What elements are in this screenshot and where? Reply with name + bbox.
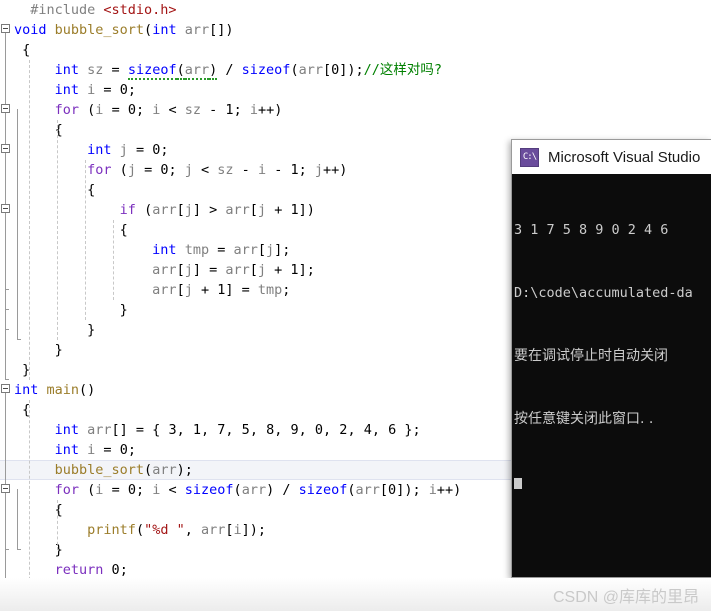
console-output-line: 3 1 7 5 8 9 0 2 4 6: [514, 222, 669, 238]
fold-marker-for-j[interactable]: [1, 144, 10, 153]
scope-bar-end-for-i: [17, 339, 21, 340]
indent-guide: [57, 500, 58, 550]
code-line[interactable]: int i = 0;: [0, 80, 711, 100]
console-titlebar[interactable]: C:\ Microsoft Visual Studio: [512, 140, 711, 174]
scope-bar-for-print: [17, 489, 18, 549]
console-window-icon: C:\: [520, 147, 539, 167]
indent-guide: [29, 60, 30, 380]
console-output: 3 1 7 5 8 9 0 2 4 6 D:\code\accumulated-…: [512, 174, 711, 535]
indent-guide: [113, 220, 114, 300]
console-window-title: Microsoft Visual Studio: [548, 148, 701, 166]
code-line[interactable]: for (i = 0; i < sz - 1; i++): [0, 100, 711, 120]
scope-bar-end-for-print: [17, 549, 21, 550]
scope-bar-for-i: [17, 109, 18, 339]
console-output-line: 按任意键关闭此窗口. .: [514, 411, 654, 427]
indent-guide: [57, 120, 58, 340]
scope-tick: [5, 329, 9, 330]
code-line[interactable]: #include <stdio.h>: [0, 0, 711, 20]
fold-marker-bubble-sort[interactable]: [1, 24, 10, 33]
fold-marker-main[interactable]: [1, 384, 10, 393]
code-line[interactable]: int sz = sizeof(arr) / sizeof(arr[0]);//…: [0, 60, 711, 80]
code-line[interactable]: {: [0, 40, 711, 60]
scope-tick: [5, 289, 9, 290]
fold-marker-for-print[interactable]: [1, 484, 10, 493]
console-output-line: D:\code\accumulated-da: [514, 285, 693, 301]
console-cursor: [514, 472, 711, 493]
indent-guide: [85, 160, 86, 320]
watermark: CSDN @库库的里昂: [0, 578, 711, 611]
fold-marker-if[interactable]: [1, 204, 10, 213]
indent-guide: [29, 400, 30, 590]
watermark-text: CSDN @库库的里昂: [552, 588, 699, 606]
code-line[interactable]: void bubble_sort(int arr[]): [0, 20, 711, 40]
console-output-line: 要在调试停止时自动关闭: [514, 348, 668, 364]
scope-tick: [5, 549, 9, 550]
code-line[interactable]: {: [0, 120, 711, 140]
scope-tick: [5, 309, 9, 310]
scope-bar-end-bubble-sort: [5, 379, 9, 380]
fold-marker-for-i[interactable]: [1, 104, 10, 113]
console-window[interactable]: C:\ Microsoft Visual Studio 3 1 7 5 8 9 …: [511, 139, 711, 578]
